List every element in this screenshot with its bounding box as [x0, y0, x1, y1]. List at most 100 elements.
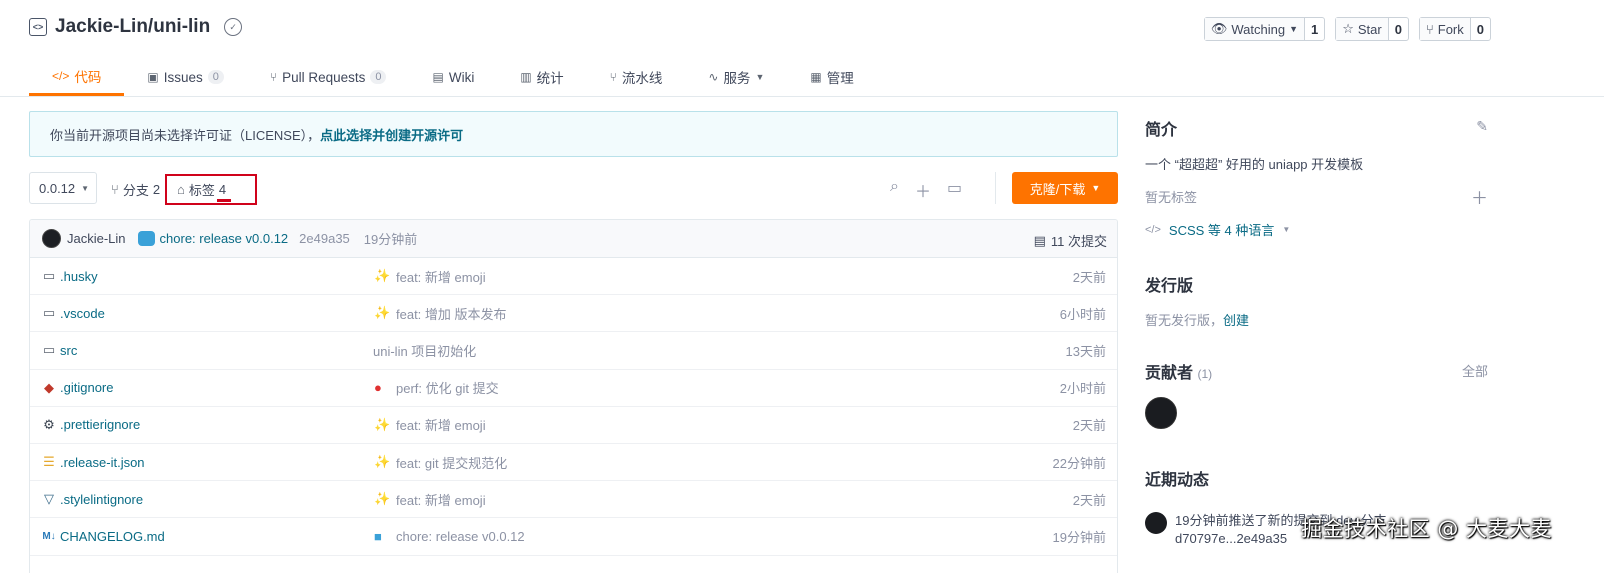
file-name[interactable]: .release-it.json [60, 455, 145, 470]
avatar[interactable] [1145, 512, 1167, 534]
json-icon: ☰ [43, 454, 55, 470]
branch-icon: ⑂ [111, 182, 119, 197]
tab-pipeline[interactable]: ⑂ 流水线 [587, 58, 686, 96]
file-table: Jackie-Lin chore: release v0.0.12 2e49a3… [29, 219, 1118, 573]
file-commit-message[interactable]: feat: 新增 emoji [396, 415, 486, 434]
tab-service[interactable]: ∿ 服务 ▼ [685, 58, 787, 96]
create-release-link[interactable]: 创建 [1223, 313, 1249, 328]
balloon-emoji-icon: ● [374, 380, 382, 396]
avatar[interactable] [1145, 397, 1177, 429]
tags-link[interactable]: ⌂ 标签 4 [165, 174, 257, 205]
commit-author[interactable]: Jackie-Lin [67, 231, 126, 246]
file-row[interactable]: ◆ .gitignore ● perf: 优化 git 提交 2小时前 [30, 370, 1117, 407]
file-name[interactable]: .prettierignore [60, 417, 140, 432]
sparkle-emoji-icon: ✨ [374, 305, 391, 321]
tab-pull-requests[interactable]: ⑂ Pull Requests 0 [247, 58, 410, 96]
release-title: 发行版 [1145, 278, 1194, 295]
file-name[interactable]: .stylelintignore [60, 492, 143, 507]
languages-label: SCSS 等 4 种语言 [1168, 223, 1275, 238]
file-commit-message[interactable]: feat: 新增 emoji [396, 490, 486, 509]
edit-icon[interactable]: ✎ [1476, 118, 1488, 135]
stylelint-icon: ▽ [44, 491, 54, 507]
release-emoji-icon: ■ [374, 528, 382, 544]
star-button[interactable]: ☆ Star 0 [1335, 17, 1409, 41]
fork-button[interactable]: ⑂ Fork 0 [1418, 17, 1491, 41]
chevron-down-icon: ▼ [1282, 225, 1291, 234]
highlight-underline [216, 199, 231, 202]
service-icon: ∿ [708, 70, 719, 84]
file-row[interactable]: ▽ .stylelintignore ✨ feat: 新增 emoji 2天前 [30, 481, 1117, 519]
repo-header: <> Jackie-Lin/uni-lin ✓ 👁 Watching ▼ 1 ☆ St… [0, 0, 1604, 97]
tab-issues[interactable]: ▣ Issues 0 [124, 58, 247, 96]
watch-button[interactable]: 👁 Watching ▼ 1 [1203, 17, 1326, 41]
file-row[interactable]: M↓ CHANGELOG.md ■ chore: release v0.0.12… [30, 518, 1117, 556]
tab-manage[interactable]: ▦ 管理 [787, 58, 876, 96]
clone-download-button[interactable]: 克隆/下载 ▼ [1012, 172, 1118, 204]
file-row[interactable]: ⚙ .prettierignore ✨ feat: 新增 emoji 2天前 [30, 407, 1117, 444]
no-release-text: 暂无发行版， [1145, 313, 1224, 328]
watch-count[interactable]: 1 [1303, 18, 1324, 40]
search-icon[interactable]: ⌕ [890, 178, 899, 202]
file-time: 19分钟前 [1052, 529, 1106, 545]
create-license-link[interactable]: 点此选择并创建开源许可 [320, 125, 463, 144]
file-row[interactable]: ☰ .release-it.json ✨ feat: git 提交规范化 22分… [30, 444, 1117, 482]
repo-toolbar: 0.0.12 ▼ ⑂ 分支 2 ⌂ 标签 4 ⌕ ＋ ▭ 克隆/下载 ▼ [29, 172, 1118, 205]
license-text: 你当前开源项目尚未选择许可证（LICENSE）， [50, 127, 321, 143]
file-commit-message[interactable]: perf: 优化 git 提交 [396, 378, 499, 397]
repo-name[interactable]: Jackie-Lin/uni-lin [55, 16, 210, 38]
sparkle-emoji-icon: ✨ [374, 268, 391, 284]
sparkle-emoji-icon: ✨ [374, 491, 391, 507]
file-commit-message[interactable]: uni-lin 项目初始化 [373, 341, 476, 360]
file-row[interactable]: ▭ src uni-lin 项目初始化 13天前 [30, 332, 1117, 370]
repo-actions: 👁 Watching ▼ 1 ☆ Star 0 ⑂ Fork 0 [1203, 17, 1491, 41]
all-contributors-link[interactable]: 全部 [1462, 361, 1488, 380]
eye-icon: 👁 [1210, 21, 1228, 36]
divider [995, 172, 996, 204]
tab-stats[interactable]: ▥ 统计 [497, 58, 586, 96]
chevron-down-icon: ▼ [81, 183, 90, 193]
branch-select[interactable]: 0.0.12 ▼ [29, 172, 97, 204]
tab-wiki[interactable]: ▤ Wiki [409, 58, 497, 96]
tags-count: 4 [216, 182, 231, 202]
plus-icon[interactable]: ＋ [915, 178, 931, 202]
gear-icon: ⚙ [43, 416, 55, 432]
intro-title: 简介 [1145, 122, 1178, 139]
issues-count: 0 [207, 70, 224, 84]
file-commit-message[interactable]: chore: release v0.0.12 [396, 529, 525, 544]
intro-section: 简介 ✎ 一个 “超超超” 好用的 uniapp 开发模板 暂无标签 ＋ </>… [1145, 116, 1490, 239]
repo-tabs: </> 代码 ▣ Issues 0 ⑂ Pull Requests 0 ▤ Wiki ▥ 统计… [29, 58, 877, 96]
verified-badge-icon[interactable]: ✓ [224, 18, 243, 36]
commit-message[interactable]: chore: release v0.0.12 [160, 231, 289, 246]
monitor-icon[interactable]: ▭ [947, 178, 962, 202]
file-time: 2天前 [1072, 418, 1106, 434]
file-row[interactable]: ▭ .vscode ✨ feat: 增加 版本发布 6小时前 [30, 295, 1117, 333]
file-name[interactable]: src [60, 343, 77, 358]
commit-count-link[interactable]: ▤ 11 次提交 [1034, 231, 1107, 250]
fork-count[interactable]: 0 [1469, 18, 1490, 40]
file-name[interactable]: CHANGELOG.md [60, 529, 165, 544]
file-commit-message[interactable]: feat: 新增 emoji [396, 267, 486, 286]
sparkle-emoji-icon: ✨ [374, 454, 391, 470]
folder-icon: ▭ [42, 342, 56, 358]
file-name[interactable]: .gitignore [60, 380, 113, 395]
avatar[interactable] [42, 229, 61, 248]
commit-hash[interactable]: 2e49a35 [299, 231, 350, 246]
contributors-section: 贡献者 (1) 全部 [1145, 359, 1490, 429]
tag-icon: ⌂ [177, 182, 185, 197]
file-commit-message[interactable]: feat: git 提交规范化 [396, 453, 507, 472]
file-row[interactable]: ▭ .husky ✨ feat: 新增 emoji 2天前 [30, 258, 1117, 296]
folder-icon: ▭ [42, 268, 56, 284]
license-notice: 你当前开源项目尚未选择许可证（LICENSE）， 点此选择并创建开源许可 [29, 111, 1118, 157]
plus-icon[interactable]: ＋ [1471, 184, 1488, 209]
chevron-down-icon: ▼ [755, 72, 765, 82]
tab-code[interactable]: </> 代码 [29, 58, 125, 96]
branches-count: 2 [152, 182, 161, 197]
branches-link[interactable]: ⑂ 分支 2 [111, 180, 160, 199]
star-count[interactable]: 0 [1387, 18, 1408, 40]
file-commit-message[interactable]: feat: 增加 版本发布 [396, 304, 507, 323]
file-name[interactable]: .husky [60, 269, 98, 284]
languages-dropdown[interactable]: </> SCSS 等 4 种语言 ▼ [1145, 220, 1490, 239]
pull-requests-count: 0 [370, 70, 387, 84]
file-name[interactable]: .vscode [60, 306, 105, 321]
file-time: 13天前 [1065, 343, 1106, 359]
